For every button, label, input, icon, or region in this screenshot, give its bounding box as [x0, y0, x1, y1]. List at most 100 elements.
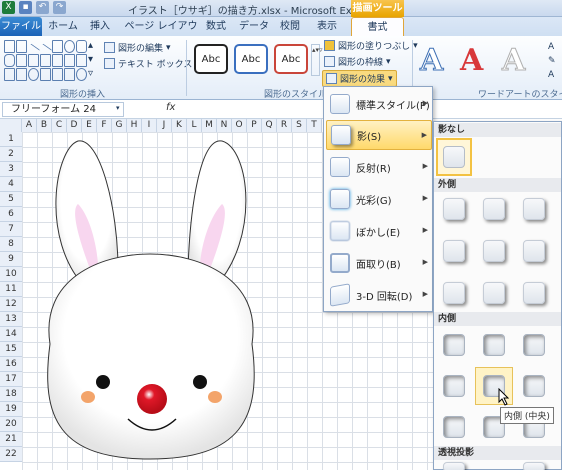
shape-style-blue[interactable]: Abc: [234, 44, 268, 74]
section-outer: 外側: [434, 178, 561, 192]
shadow-outer-option[interactable]: [443, 198, 465, 220]
left-eye: [96, 375, 110, 389]
elbow-arrow-shape-icon[interactable]: [28, 54, 39, 67]
menu-item-soft-edges[interactable]: ぼかし(E) ▶: [326, 216, 432, 246]
shadow-perspective-option[interactable]: [443, 462, 465, 470]
excel-icon[interactable]: X: [2, 1, 15, 14]
shape-outline-button[interactable]: 図形の枠線 ▾: [324, 55, 391, 68]
shadow-outer-option[interactable]: [443, 240, 465, 262]
effects-icon: [326, 73, 337, 84]
name-box[interactable]: フリーフォーム 24: [2, 102, 124, 117]
right-arrow-shape-icon[interactable]: [52, 54, 63, 67]
shadow-perspective-option[interactable]: [523, 462, 545, 470]
save-icon[interactable]: ▪: [19, 1, 32, 14]
tab-file[interactable]: ファイル: [0, 17, 42, 36]
paint-bucket-icon: [324, 40, 335, 51]
brace-left-shape-icon[interactable]: [52, 68, 63, 81]
shadow-inner-option[interactable]: [443, 375, 465, 397]
shadow-inner-option[interactable]: [523, 334, 545, 356]
text-fill-outline-effects-icons[interactable]: A ✎ A: [548, 40, 560, 86]
triangle-shape-icon[interactable]: [4, 54, 15, 67]
shape-gallery-more-icon[interactable]: ▿: [88, 68, 99, 81]
shadow-outer-option[interactable]: [443, 282, 465, 304]
tab-format[interactable]: 書式: [351, 17, 404, 36]
ribbon: ▴ ▾ ▿ 図形の編集▾ テキスト ボックス▾ 図形の挿入 Abc Abc Ab…: [0, 36, 562, 100]
shape-style-red[interactable]: Abc: [274, 44, 308, 74]
shadow-none-option[interactable]: [443, 146, 465, 168]
insert-shapes-group-label: 図形の挿入: [60, 90, 106, 100]
elbow-shape-icon[interactable]: [16, 54, 27, 67]
shape-style-black[interactable]: Abc: [194, 44, 228, 74]
shadow-outer-option[interactable]: [523, 282, 545, 304]
chevron-right-icon: ▶: [422, 162, 428, 170]
shadow-outer-option[interactable]: [483, 198, 505, 220]
shape-fill-button[interactable]: 図形の塗りつぶし ▾: [324, 39, 418, 52]
shape-effects-button[interactable]: 図形の効果 ▾: [322, 70, 397, 87]
redo-icon[interactable]: ↷: [53, 1, 66, 14]
menu-item-preset[interactable]: 標準スタイル(P) ▶: [326, 89, 432, 119]
section-inner: 内側: [434, 312, 561, 326]
brace-right-shape-icon[interactable]: [64, 68, 75, 81]
excel-window: { "window": {"title": "イラスト［ウサギ］の描き方.xls…: [0, 0, 562, 470]
right-eye: [193, 375, 207, 389]
menu-item-glow[interactable]: 光彩(G) ▶: [326, 184, 432, 214]
wordart-style-outline-blue[interactable]: A: [419, 43, 443, 78]
shape-style-scroll[interactable]: ▴▾▿: [311, 44, 323, 76]
bent-shape-icon[interactable]: [40, 54, 51, 67]
name-box-dropdown-icon[interactable]: ▾: [116, 104, 120, 112]
shape-gallery-scroll-down-icon[interactable]: ▾: [88, 54, 99, 67]
shadow-inner-option[interactable]: [523, 375, 545, 397]
menu-item-shadow[interactable]: 影(S) ▶: [326, 120, 432, 150]
menu-item-reflection[interactable]: 反射(R) ▶: [326, 152, 432, 182]
undo-icon[interactable]: ↶: [36, 1, 49, 14]
chevron-right-icon: ▶: [421, 131, 427, 139]
insert-function-button[interactable]: fx: [166, 102, 175, 113]
menu-item-label: 影(S): [357, 131, 382, 143]
text-box-icon: [104, 58, 115, 69]
tab-page-layout[interactable]: ページ レイアウト: [120, 17, 202, 51]
tab-view[interactable]: 表示: [308, 17, 346, 36]
preset-icon: [330, 94, 350, 114]
star-shape-icon[interactable]: [4, 68, 15, 81]
curve-shape-icon[interactable]: [40, 68, 51, 81]
edit-shape-label: 図形の編集: [118, 44, 164, 54]
oval-shape-icon[interactable]: [64, 40, 75, 53]
chevron-right-icon: ▶: [422, 290, 428, 298]
bevel-icon: [330, 253, 350, 273]
shadow-outer-option[interactable]: [523, 198, 545, 220]
callout-shape-icon[interactable]: [16, 68, 27, 81]
menu-item-bevel[interactable]: 面取り(B) ▶: [326, 248, 432, 278]
rounded-rect-shape-icon[interactable]: [76, 40, 87, 53]
rectangle-shape-icon[interactable]: [52, 40, 63, 53]
menu-item-label: 面取り(B): [356, 259, 401, 271]
shape-gallery[interactable]: ▴ ▾ ▿: [4, 40, 96, 82]
menu-item-3d-rotation[interactable]: 3-D 回転(D) ▶: [326, 280, 432, 310]
shadow-outer-option[interactable]: [523, 240, 545, 262]
tab-review[interactable]: 校閲: [274, 17, 306, 36]
shadow-outer-option[interactable]: [483, 282, 505, 304]
tab-data[interactable]: データ: [236, 17, 272, 36]
tab-home[interactable]: ホーム: [44, 17, 82, 36]
shadow-inner-option[interactable]: [483, 334, 505, 356]
menu-item-label: 標準スタイル(P): [356, 100, 430, 112]
menu-item-label: 反射(R): [356, 163, 391, 175]
tab-insert[interactable]: 挿入: [84, 17, 116, 36]
up-arrow-shape-icon[interactable]: [64, 54, 75, 67]
shape-gallery-scroll-up-icon[interactable]: ▴: [88, 40, 99, 53]
tab-formulas[interactable]: 数式: [200, 17, 232, 36]
textbox-vertical-shape-icon[interactable]: [16, 40, 27, 53]
shadow-inner-option[interactable]: [443, 334, 465, 356]
smiley-shape-icon[interactable]: [76, 68, 87, 81]
shadow-outer-option[interactable]: [483, 240, 505, 262]
ribbon-tabs: ファイル ホーム 挿入 ページ レイアウト 数式 データ 校閲 表示 書式: [0, 17, 562, 51]
down-arrow-shape-icon[interactable]: [76, 54, 87, 67]
textbox-shape-icon[interactable]: [4, 40, 15, 53]
wordart-style-outline-gray[interactable]: A: [501, 43, 525, 78]
shape-styles-group-label: 図形のスタイル: [264, 90, 328, 100]
mouse-pointer-icon: [498, 388, 510, 406]
reflection-icon: [330, 157, 350, 177]
shadow-inner-option[interactable]: [443, 416, 465, 438]
wordart-style-red[interactable]: A: [460, 44, 483, 78]
arc-shape-icon[interactable]: [28, 68, 39, 81]
edit-shape-button[interactable]: 図形の編集 ▾: [104, 41, 171, 54]
